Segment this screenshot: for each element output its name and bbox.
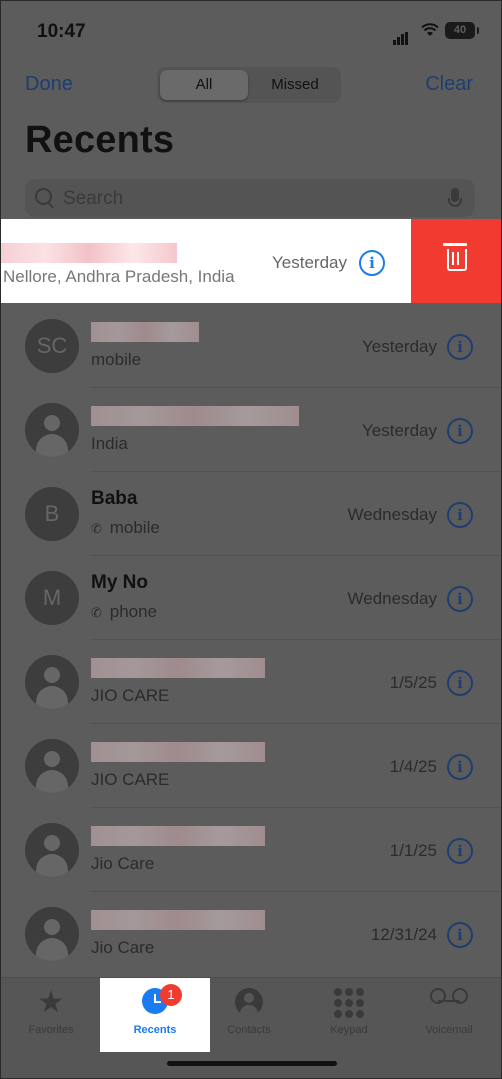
call-type: JIO CARE: [91, 770, 170, 789]
search-input[interactable]: [61, 179, 445, 219]
redacted-contact-name: [91, 322, 199, 342]
tab-label: Contacts: [227, 1024, 271, 1036]
keypad-icon: [334, 988, 364, 1018]
avatar-placeholder-icon: [25, 907, 79, 961]
redacted-contact-name: [91, 406, 299, 426]
call-date: Yesterday: [362, 337, 437, 356]
tab-keypad[interactable]: Keypad: [299, 978, 399, 1052]
call-date: Yesterday: [362, 421, 437, 440]
call-date: 1/4/25: [389, 757, 437, 776]
info-icon[interactable]: i: [447, 586, 473, 612]
trash-icon: [443, 243, 467, 271]
tab-voicemail[interactable]: Voicemail: [399, 978, 499, 1052]
avatar-placeholder-icon: [25, 739, 79, 793]
info-icon[interactable]: i: [447, 502, 473, 528]
avatar-initials: M: [25, 571, 79, 625]
search-icon: [35, 188, 52, 205]
tab-favorites[interactable]: ★ Favorites: [1, 978, 101, 1052]
phone-handset-icon: ✆: [91, 605, 102, 620]
list-item[interactable]: SC mobile Yesterday i: [1, 304, 501, 388]
phone-handset-icon: ✆: [91, 521, 102, 536]
cellular-signal-icon: [393, 27, 409, 45]
contact-icon: [235, 988, 263, 1016]
list-item[interactable]: Jio Care 12/31/24 i: [1, 892, 501, 976]
call-date: 12/31/24: [370, 925, 437, 944]
battery-icon: 40: [445, 22, 479, 39]
segment-missed[interactable]: Missed: [251, 70, 339, 100]
page-title: Recents: [25, 119, 175, 161]
info-icon[interactable]: i: [447, 922, 473, 948]
info-icon[interactable]: i: [447, 334, 473, 360]
call-type: mobile: [109, 518, 160, 537]
swiped-call-row[interactable]: Nellore, Andhra Pradesh, India Yesterday…: [1, 219, 501, 303]
redacted-contact-name: [91, 742, 265, 762]
info-icon[interactable]: i: [359, 250, 385, 276]
contact-name: Baba: [91, 488, 138, 509]
status-time: 10:47: [37, 21, 86, 42]
call-location: Nellore, Andhra Pradesh, India: [3, 267, 235, 286]
tab-recents[interactable]: 1 Recents: [100, 978, 210, 1052]
status-bar: 10:47 40: [1, 1, 501, 61]
call-type: mobile: [91, 350, 142, 369]
home-indicator[interactable]: [167, 1061, 337, 1066]
redacted-contact-name: [91, 826, 265, 846]
avatar-placeholder-icon: [25, 655, 79, 709]
info-icon[interactable]: i: [447, 754, 473, 780]
star-icon: ★: [37, 986, 65, 1019]
tab-label: Favorites: [28, 1024, 74, 1036]
tab-label: Voicemail: [425, 1024, 473, 1036]
call-date: Yesterday: [272, 253, 347, 272]
call-date: 1/1/25: [389, 841, 437, 860]
list-item[interactable]: JIO CARE 1/4/25 i: [1, 724, 501, 808]
list-item[interactable]: B Baba ✆ mobile Wednesday i: [1, 472, 501, 556]
list-item[interactable]: India Yesterday i: [1, 388, 501, 472]
call-type: JIO CARE: [91, 686, 170, 705]
info-icon[interactable]: i: [447, 418, 473, 444]
call-date: Wednesday: [347, 505, 437, 524]
search-bar: [25, 179, 475, 219]
list-item[interactable]: JIO CARE 1/5/25 i: [1, 640, 501, 724]
avatar-placeholder-icon: [25, 823, 79, 877]
redacted-contact-name: [1, 243, 177, 263]
call-date: Wednesday: [347, 589, 437, 608]
redacted-contact-name: [91, 658, 265, 678]
info-icon[interactable]: i: [447, 670, 473, 696]
filter-segmented-control: All Missed: [157, 67, 341, 103]
tab-contacts[interactable]: Contacts: [199, 978, 299, 1052]
call-type: India: [91, 434, 128, 453]
call-type: phone: [109, 602, 158, 621]
list-item[interactable]: M My No ✆ phone Wednesday i: [1, 556, 501, 640]
done-button[interactable]: Done: [25, 73, 73, 96]
redacted-contact-name: [91, 910, 265, 930]
call-type: Jio Care: [91, 938, 155, 957]
phone-screen: 10:47 40 Done All Missed Clear Recents N…: [0, 0, 502, 1079]
tab-label: Recents: [133, 1024, 177, 1036]
contact-name: My No: [91, 572, 148, 593]
call-date: 1/5/25: [389, 673, 437, 692]
wifi-icon: [421, 23, 439, 36]
list-item[interactable]: Jio Care 1/1/25 i: [1, 808, 501, 892]
voicemail-icon: [430, 988, 468, 1004]
avatar-initials: SC: [25, 319, 79, 373]
tab-label: Keypad: [330, 1024, 368, 1036]
avatar-initials: B: [25, 487, 79, 541]
missed-calls-badge: 1: [160, 984, 182, 1006]
call-type: Jio Care: [91, 854, 155, 873]
info-icon[interactable]: i: [447, 838, 473, 864]
microphone-icon[interactable]: [448, 188, 462, 207]
avatar-placeholder-icon: [25, 403, 79, 457]
delete-button[interactable]: [411, 219, 501, 303]
clear-button[interactable]: Clear: [425, 73, 473, 96]
segment-all[interactable]: All: [160, 70, 248, 100]
